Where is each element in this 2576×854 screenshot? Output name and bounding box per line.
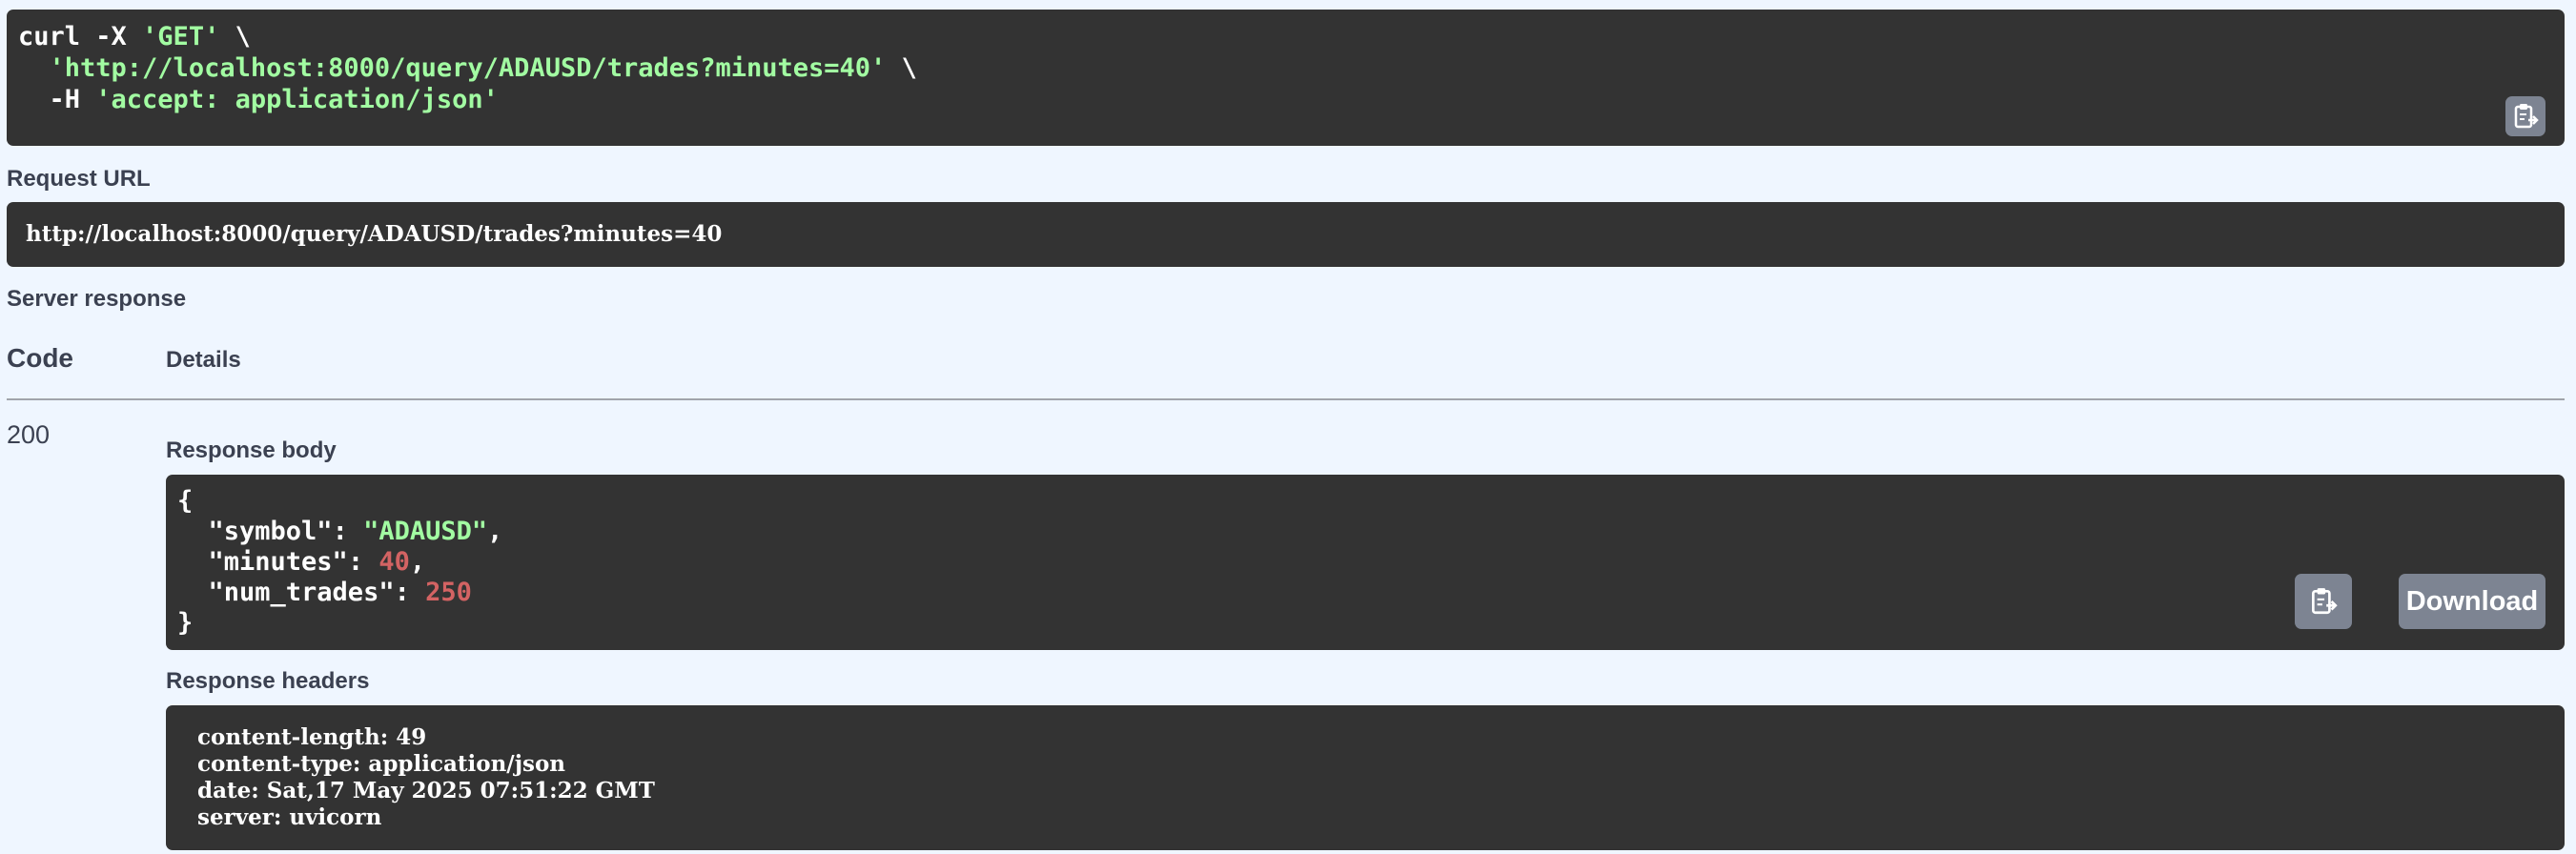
curl-method: 'GET' [142,22,220,51]
response-headers-block: content-length: 49 content-type: applicat… [166,705,2565,850]
curl-header-flag: -H [18,85,96,114]
server-response-label: Server response [7,286,187,312]
curl-line-2: 'http://localhost:8000/query/ADAUSD/trad… [18,52,2553,84]
copy-response-button[interactable] [2295,574,2352,629]
response-body-label: Response body [166,437,337,463]
json-value: "ADAUSD" [363,517,488,546]
json-field-symbol: "symbol": "ADAUSD", [177,517,2553,547]
json-value: 250 [425,578,472,607]
curl-command-block: curl -X 'GET' \ 'http://localhost:8000/q… [7,10,2565,146]
json-key: "minutes" [177,547,348,577]
curl-line-1: curl -X 'GET' \ [18,21,2553,52]
json-field-minutes: "minutes": 40, [177,547,2553,578]
header-line: content-type: application/json [197,751,566,777]
request-url-value: http://localhost:8000/query/ADAUSD/trade… [7,202,2565,267]
json-comma: , [487,517,503,546]
json-close-brace: } [177,608,194,638]
curl-command-text: curl -X [18,22,143,51]
json-value: 40 [378,547,410,577]
json-key: "num_trades" [177,578,395,607]
header-line: server: uvicorn [197,804,382,830]
json-separator: : [332,517,364,546]
json-key: "symbol" [177,517,333,546]
json-separator: : [347,547,379,577]
response-headers-label: Response headers [166,668,370,694]
curl-header-value: 'accept: application/json' [95,85,499,114]
curl-line-continuation: \ [219,22,251,51]
curl-url: 'http://localhost:8000/query/ADAUSD/trad… [49,53,887,83]
json-field-num-trades: "num_trades": 250 [177,578,2553,608]
curl-line-continuation: \ [886,53,917,83]
clipboard-copy-icon [2312,588,2338,615]
response-panel: curl -X 'GET' \ 'http://localhost:8000/q… [0,0,2576,854]
status-code: 200 [7,420,51,449]
download-button[interactable]: Download [2399,574,2545,629]
code-column-header: Code [7,343,73,373]
header-line: content-length: 49 [197,724,427,750]
json-separator: : [394,578,426,607]
request-url-label: Request URL [7,166,151,192]
copy-curl-button[interactable] [2505,96,2545,136]
curl-line-3: -H 'accept: application/json' [18,84,2553,115]
table-divider [7,398,2565,400]
details-column-header: Details [166,347,241,373]
json-comma: , [409,547,426,577]
response-body-block: { "symbol": "ADAUSD", "minutes": 40, "nu… [166,475,2565,650]
clipboard-copy-icon [2514,104,2539,129]
header-line: date: Sat,17 May 2025 07:51:22 GMT [197,778,655,803]
json-open-brace: { [177,486,194,516]
